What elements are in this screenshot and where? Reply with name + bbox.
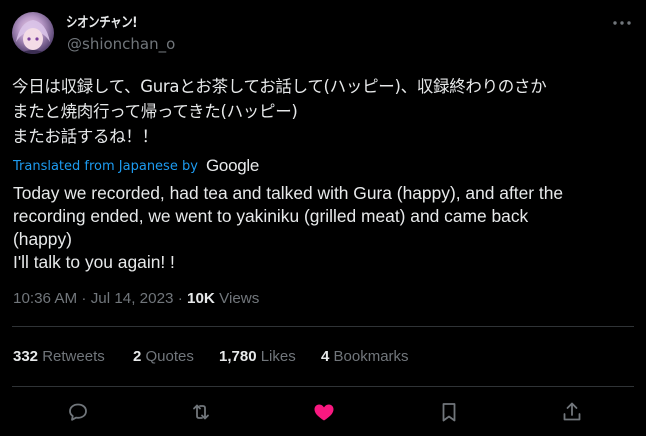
quotes-stat[interactable]: 2 Quotes xyxy=(133,348,194,365)
google-logo: Google xyxy=(206,156,260,175)
avatar-image xyxy=(16,20,50,54)
more-options-button[interactable] xyxy=(612,15,632,31)
likes-count: 1,780 xyxy=(219,348,257,365)
handle[interactable]: @shionchan_o xyxy=(67,35,175,53)
tweet: シオンチャン! @shionchan_o 今日は収録して、Guraとお茶してお話… xyxy=(0,0,646,436)
display-name[interactable]: シオンチャン! xyxy=(66,12,138,32)
retweet-button[interactable] xyxy=(189,400,213,424)
bookmark-button[interactable] xyxy=(437,400,461,424)
retweets-label: Retweets xyxy=(42,348,105,365)
retweet-icon xyxy=(193,404,209,420)
more-icon xyxy=(613,21,631,25)
avatar[interactable] xyxy=(12,12,54,54)
bookmarks-label: Bookmarks xyxy=(333,348,409,365)
tweet-text: 今日は収録して、Guraとお茶してお話して(ハッピー)、収録終わりのさか またと… xyxy=(12,77,547,146)
retweets-stat[interactable]: 332 Retweets xyxy=(13,348,105,365)
divider xyxy=(12,326,634,327)
retweets-count: 332 xyxy=(13,348,39,365)
quotes-label: Quotes xyxy=(145,348,194,365)
like-button[interactable] xyxy=(312,400,336,424)
tweet-date[interactable]: Jul 14, 2023 xyxy=(91,290,174,307)
action-bar xyxy=(0,400,646,428)
meta-separator: · xyxy=(177,290,183,307)
meta-separator: · xyxy=(81,290,87,307)
reply-icon xyxy=(69,403,87,421)
heart-icon xyxy=(314,404,334,421)
bookmarks-stat[interactable]: 4 Bookmarks xyxy=(321,348,409,365)
tweet-time[interactable]: 10:36 AM xyxy=(13,290,77,307)
translated-from-label[interactable]: Translated from Japanese by xyxy=(13,159,198,174)
bookmark-icon xyxy=(442,403,456,422)
likes-label: Likes xyxy=(260,348,296,365)
divider xyxy=(12,386,634,387)
share-icon xyxy=(563,402,581,421)
bookmarks-count: 4 xyxy=(321,348,330,365)
views-count: 10K xyxy=(187,290,215,307)
share-button[interactable] xyxy=(560,400,584,424)
quotes-count: 2 xyxy=(133,348,142,365)
likes-stat[interactable]: 1,780 Likes xyxy=(219,348,296,365)
tweet-translation: Today we recorded, had tea and talked wi… xyxy=(13,183,564,272)
tweet-meta: 10:36 AM · Jul 14, 2023 · 10K Views xyxy=(13,290,259,307)
views-label: Views xyxy=(219,290,260,307)
reply-button[interactable] xyxy=(66,400,90,424)
